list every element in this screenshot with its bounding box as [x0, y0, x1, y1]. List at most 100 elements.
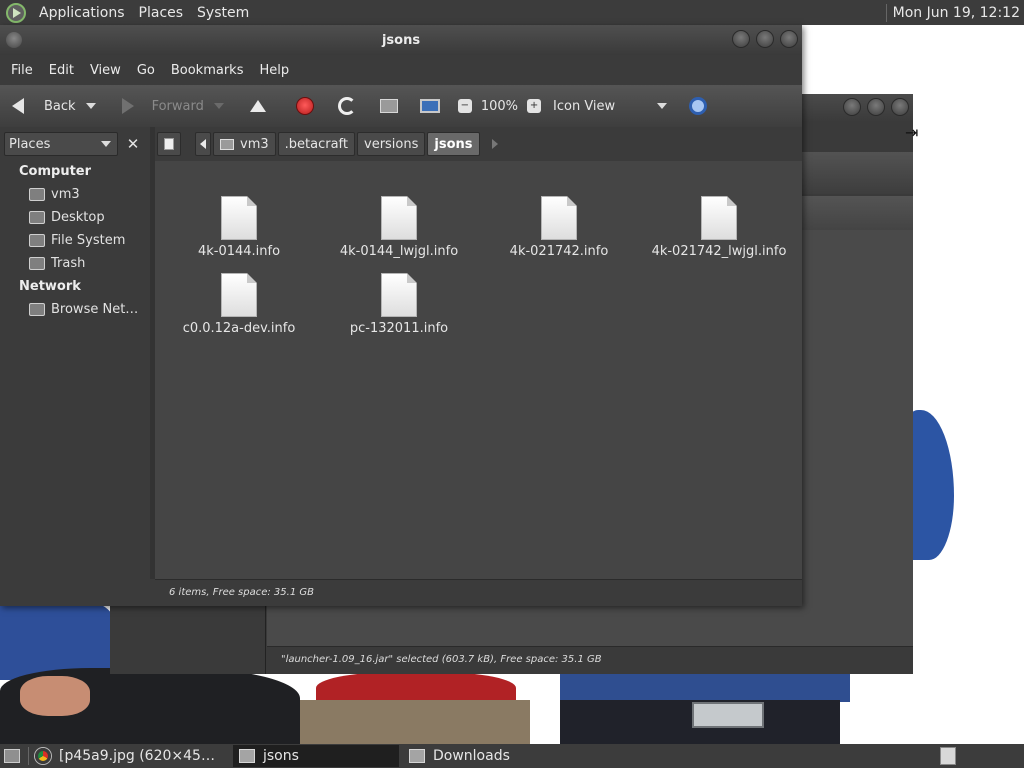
taskbar-item-downloads[interactable]: Downloads — [403, 745, 553, 767]
menu-file[interactable]: File — [3, 63, 41, 78]
zoom-out-button[interactable]: − — [457, 99, 472, 113]
places-menu[interactable]: Places — [132, 5, 191, 21]
wallpaper-photo-fragment — [692, 702, 764, 728]
taskbar-item-jsons[interactable]: jsons — [233, 745, 399, 767]
sidebar-item-label: vm3 — [51, 187, 80, 202]
window-title: jsons — [381, 33, 421, 48]
panel-separator — [885, 3, 887, 22]
home-folder-icon — [220, 138, 234, 150]
search-icon[interactable] — [689, 97, 708, 115]
taskbar-item-label: jsons — [263, 748, 299, 764]
up-parent-icon[interactable] — [249, 100, 266, 112]
forward-label: Forward — [151, 98, 204, 114]
back-arrow-icon — [12, 98, 24, 114]
breadcrumb-betacraft[interactable]: .betacraft — [277, 132, 355, 156]
file-name: 4k-021742_lwjgl.info — [651, 244, 787, 259]
sidebar-item-label: Trash — [51, 256, 86, 271]
file-icon-view[interactable]: 4k-0144.info 4k-0144_lwjgl.info 4k-02174… — [155, 161, 802, 579]
home-folder-icon — [29, 188, 45, 201]
file-item[interactable]: 4k-021742.info — [479, 196, 639, 259]
breadcrumb-versions[interactable]: versions — [357, 132, 426, 156]
system-menu[interactable]: System — [190, 5, 256, 21]
reload-icon[interactable] — [337, 97, 356, 115]
forward-button[interactable]: Forward — [96, 85, 204, 127]
file-item[interactable]: pc-132011.info — [319, 273, 479, 336]
text-file-icon — [701, 196, 737, 240]
file-name: 4k-0144_lwjgl.info — [339, 244, 459, 259]
text-file-icon — [381, 196, 417, 240]
chevron-down-icon — [101, 141, 111, 147]
sidebar-item-desktop[interactable]: Desktop — [29, 210, 105, 225]
taskbar-item-image-viewer[interactable]: [p45a9.jpg (620×45… — [29, 745, 229, 767]
trash-icon[interactable] — [940, 747, 956, 765]
sidebar-close-button[interactable]: ✕ — [122, 132, 144, 156]
menu-logo-icon[interactable] — [6, 2, 26, 23]
view-mode-select[interactable]: Icon View — [553, 99, 615, 114]
location-toggle-button[interactable] — [157, 132, 181, 156]
file-item[interactable]: 4k-021742_lwjgl.info — [639, 196, 799, 259]
edit-location-icon — [164, 138, 174, 150]
text-file-icon — [541, 196, 577, 240]
close-button[interactable] — [780, 30, 798, 48]
taskbar: [p45a9.jpg (620×45… jsons Downloads — [0, 744, 1024, 768]
breadcrumb-jsons[interactable]: jsons — [427, 132, 480, 156]
computer-icon[interactable] — [419, 99, 440, 113]
sidebar-section-computer: Computer — [19, 164, 92, 179]
status-bar: 6 items, Free space: 35.1 GB — [155, 579, 802, 606]
file-name: 4k-021742.info — [509, 244, 609, 259]
minimize-button[interactable] — [732, 30, 750, 48]
sidebar-header: Places ✕ — [4, 132, 144, 156]
window-titlebar[interactable]: jsons — [0, 25, 802, 55]
sidebar-pane-label: Places — [9, 136, 51, 152]
status-bar-left — [0, 579, 155, 606]
file-item[interactable]: c0.0.12a-dev.info — [159, 273, 319, 336]
close-button[interactable] — [891, 98, 909, 116]
text-file-icon — [221, 196, 257, 240]
menu-bookmarks[interactable]: Bookmarks — [163, 63, 252, 78]
stop-icon[interactable] — [295, 97, 314, 115]
breadcrumb-label: jsons — [434, 136, 473, 152]
applications-menu[interactable]: Applications — [32, 5, 132, 21]
top-panel: Applications Places System Mon Jun 19, 1… — [0, 0, 1024, 25]
resize-cursor-icon: ⇥ — [905, 123, 919, 142]
sidebar-item-trash[interactable]: Trash — [29, 256, 85, 271]
sidebar-item-label: Browse Net… — [51, 302, 139, 317]
zoom-level[interactable]: 100% — [481, 99, 518, 114]
text-file-icon — [221, 273, 257, 317]
path-scroll-right-icon[interactable] — [491, 139, 498, 149]
trash-icon — [29, 257, 45, 270]
background-status-bar: "launcher-1.09_16.jar" selected (603.7 k… — [267, 646, 913, 674]
show-desktop-icon[interactable] — [4, 749, 20, 763]
sidebar-section-network: Network — [19, 279, 81, 294]
path-scroll-left-button[interactable] — [195, 132, 211, 156]
file-item[interactable]: 4k-0144.info — [159, 196, 319, 259]
breadcrumb-vm3[interactable]: vm3 — [213, 132, 276, 156]
sidebar-item-label: Desktop — [51, 210, 105, 225]
file-item[interactable]: 4k-0144_lwjgl.info — [319, 196, 479, 259]
minimize-button[interactable] — [843, 98, 861, 116]
sidebar-pane-select[interactable]: Places — [4, 132, 118, 156]
maximize-button[interactable] — [756, 30, 774, 48]
breadcrumb-label: versions — [364, 136, 419, 152]
home-icon[interactable] — [379, 99, 398, 113]
back-label: Back — [44, 98, 76, 114]
zoom-in-button[interactable]: + — [527, 99, 542, 113]
view-mode-dropdown-icon[interactable] — [657, 103, 668, 109]
back-button[interactable]: Back — [0, 85, 76, 127]
menu-go[interactable]: Go — [129, 63, 163, 78]
back-history-dropdown[interactable] — [85, 103, 96, 109]
toolbar: Back Forward − 100% + Icon View — [0, 85, 802, 127]
wallpaper-photo-fragment — [20, 676, 90, 716]
menu-view[interactable]: View — [82, 63, 129, 78]
maximize-button[interactable] — [867, 98, 885, 116]
sidebar: Places ✕ Computer vm3 Desktop File Syste… — [0, 127, 150, 606]
file-name: 4k-0144.info — [197, 244, 281, 259]
forward-history-dropdown[interactable] — [213, 103, 224, 109]
sidebar-item-file-system[interactable]: File System — [29, 233, 125, 248]
sidebar-item-browse-network[interactable]: Browse Net… — [29, 302, 138, 317]
file-manager-window: jsons File Edit View Go Bookmarks Help B… — [0, 25, 802, 606]
clock[interactable]: Mon Jun 19, 12:12 — [893, 5, 1024, 21]
menu-edit[interactable]: Edit — [41, 63, 82, 78]
menu-help[interactable]: Help — [251, 63, 297, 78]
sidebar-item-vm3[interactable]: vm3 — [29, 187, 80, 202]
